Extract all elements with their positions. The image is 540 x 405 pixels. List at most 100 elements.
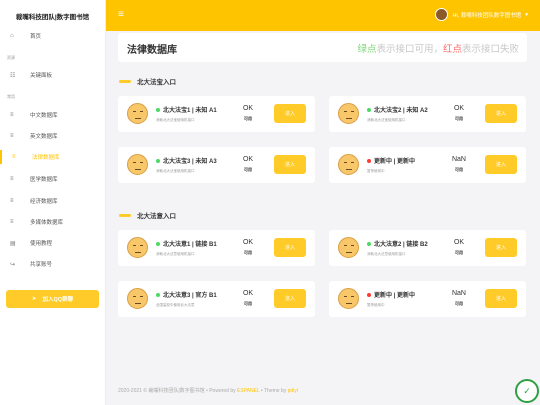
sidebar-item-label: 多媒体数据库 [30,220,64,226]
db-entry-card: 北大法宝1 | 未知 A1 消耗北大法宝使用机接口 OK 可用 进入 [118,96,315,132]
db-entry-card: 北大法宝2 | 未知 A2 消耗北大法宝使用机接口 OK 可用 进入 [329,96,526,132]
sidebar-item-label: 首页 [30,34,42,40]
emoji-face-icon [127,154,148,175]
sidebar: 裁嘴科技团队|数字图书馆 资源 常用 ⌂ 首页 ☷ 关键面板 ≡ 中文数据库 ≡ 英文数… [0,0,106,405]
db-entry-card: 更新中 | 更新中 暂停使用中 NaN 可用 进入 [329,281,526,317]
card-status: NaN [451,290,466,297]
user-name: Hi, 裁嘴科技团队数字图书馆 [452,12,522,19]
card-status-sub: 可用 [455,301,463,306]
enter-button[interactable]: 进入 [274,104,306,123]
status-dot [156,241,160,246]
sidebar-item-tutorial[interactable]: ▤ 使用教程 [0,236,106,250]
card-title: 北大法宝1 | 未知 A1 [156,105,217,114]
list-icon: ≡ [10,176,14,182]
card-status-sub: 可用 [244,301,252,306]
db-entry-card: 更新中 | 更新中暂停使用中 NaN 可用 进入 [329,147,526,183]
card-status-sub: 可用 [455,116,463,121]
card-title: 更新中 | 更新中 [367,290,415,299]
enter-button[interactable]: 进入 [274,155,306,174]
status-dot [367,158,371,163]
list-icon: ≡ [10,133,14,139]
sidebar-item-label: 使用教程 [30,241,53,247]
emoji-face-icon [338,237,359,258]
card-description: 消耗北大法宝使用机接口 [156,118,195,122]
card-status-sub: 可用 [244,116,252,121]
emoji-face-icon [127,237,148,258]
security-badge-icon[interactable]: ✓ [515,379,539,403]
sidebar-item-media-db[interactable]: ≡ 多媒体数据库 [0,215,106,229]
sidebar-item-label: 关键面板 [30,73,53,79]
card-description: 消耗北大法宝使用机接口 [156,169,195,173]
user-menu[interactable]: Hi, 裁嘴科技团队数字图书馆 ▾ [435,8,528,21]
sidebar-item-english-db[interactable]: ≡ 英文数据库 [0,129,106,143]
emoji-face-icon [338,288,359,309]
brand-title: 裁嘴科技团队|数字图书馆 [15,13,90,21]
status-dot [367,107,371,112]
emoji-face-icon [338,103,359,124]
sidebar-item-label: 英文数据库 [30,134,58,140]
copyright: 2020-2021 © 裁嘴科技团队|数字图书馆 [118,388,205,394]
legend-green: 绿点 [357,44,377,55]
section-title: 北大法意入口 [119,210,176,220]
status-dot [367,241,371,246]
sidebar-item-economy-db[interactable]: ≡ 经济数据库 [0,194,106,208]
theme-link[interactable]: pdiyi [288,388,298,394]
topbar: ≡ Hi, 裁嘴科技团队数字图书馆 ▾ [106,0,540,31]
chevron-down-icon: ▾ [525,11,528,18]
card-description: 全国高校中使用北大法意 [156,303,195,307]
sidebar-item-label: 法律数据库 [32,155,60,161]
card-status-sub: 可用 [244,250,252,255]
sidebar-item-label: 经济数据库 [30,199,58,205]
enter-button[interactable]: 进入 [485,289,517,308]
send-icon: ➤ [31,296,37,302]
sidebar-item-home[interactable]: ⌂ 首页 [0,29,106,43]
sidebar-item-label: 医学数据库 [30,177,58,183]
sidebar-item-shared-account[interactable]: ↪ 共享账号 [0,257,106,271]
card-description: 消耗北大法意使用机接口 [156,252,195,256]
list-icon: ≡ [10,198,14,204]
card-description: 暂停使用中 [367,169,385,173]
enter-button[interactable]: 进入 [485,155,517,174]
card-title: 北大法宝2 | 未知 A2 [367,105,428,114]
card-status-sub: 可用 [455,250,463,255]
join-qq-group-button[interactable]: ➤ 加入QQ群聊 [6,290,99,308]
card-status-sub: 可用 [244,167,252,172]
enter-button[interactable]: 进入 [274,238,306,257]
page-title: 法律数据库 [127,45,177,56]
card-status: OK [453,239,465,246]
status-dot [367,292,371,297]
join-qq-group-label: 加入QQ群聊 [42,297,74,303]
enter-button[interactable]: 进入 [274,289,306,308]
list-icon: ≡ [12,154,16,160]
legend-text: 表示接口失败 [461,44,519,55]
db-entry-card: 北大法意3 | 官方 B1 全国高校中使用北大法意 OK 可用 进入 [118,281,315,317]
chart-icon: ☷ [10,72,16,79]
emoji-face-icon [127,103,148,124]
enter-button[interactable]: 进入 [485,238,517,257]
menu-icon[interactable]: ≡ [118,9,124,20]
sidebar-item-law-db[interactable]: ≡ 法律数据库 [0,150,106,164]
card-description: 消耗北大法宝使用机接口 [367,118,406,122]
home-icon: ⌂ [10,33,14,39]
card-description: 消耗北大法意使用机接口 [367,252,406,256]
legend-text: 表示接口可用， [376,44,443,55]
enter-button[interactable]: 进入 [485,104,517,123]
db-entry-card: 北大法宝3 | 未知 A3 消耗北大法宝使用机接口 OK 可用 进入 [118,147,315,183]
card-status: OK [242,290,254,297]
list-icon: ≡ [10,112,14,118]
section-title: 北大法宝入口 [119,76,176,86]
sidebar-item-panel[interactable]: ☷ 关键面板 [0,68,106,82]
card-status: OK [242,239,254,246]
card-title: 更新中 | 更新中 [367,156,415,165]
sidebar-item-chinese-db[interactable]: ≡ 中文数据库 [0,108,106,122]
card-title: 北大法意3 | 官方 B1 [156,290,217,299]
page-header: 法律数据库 绿点表示接口可用，红点表示接口失败 [118,33,527,62]
card-title: 北大法意2 | 链接 B2 [367,239,428,248]
card-status-sub: 可用 [455,167,463,172]
card-status: NaN [451,156,466,163]
sidebar-item-label: 共享账号 [30,262,53,268]
sidebar-item-medical-db[interactable]: ≡ 医学数据库 [0,172,106,186]
book-icon: ▤ [10,240,16,247]
card-title: 北大法宝3 | 未知 A3 [156,156,217,165]
powered-link[interactable]: ESPANEL [237,388,260,394]
